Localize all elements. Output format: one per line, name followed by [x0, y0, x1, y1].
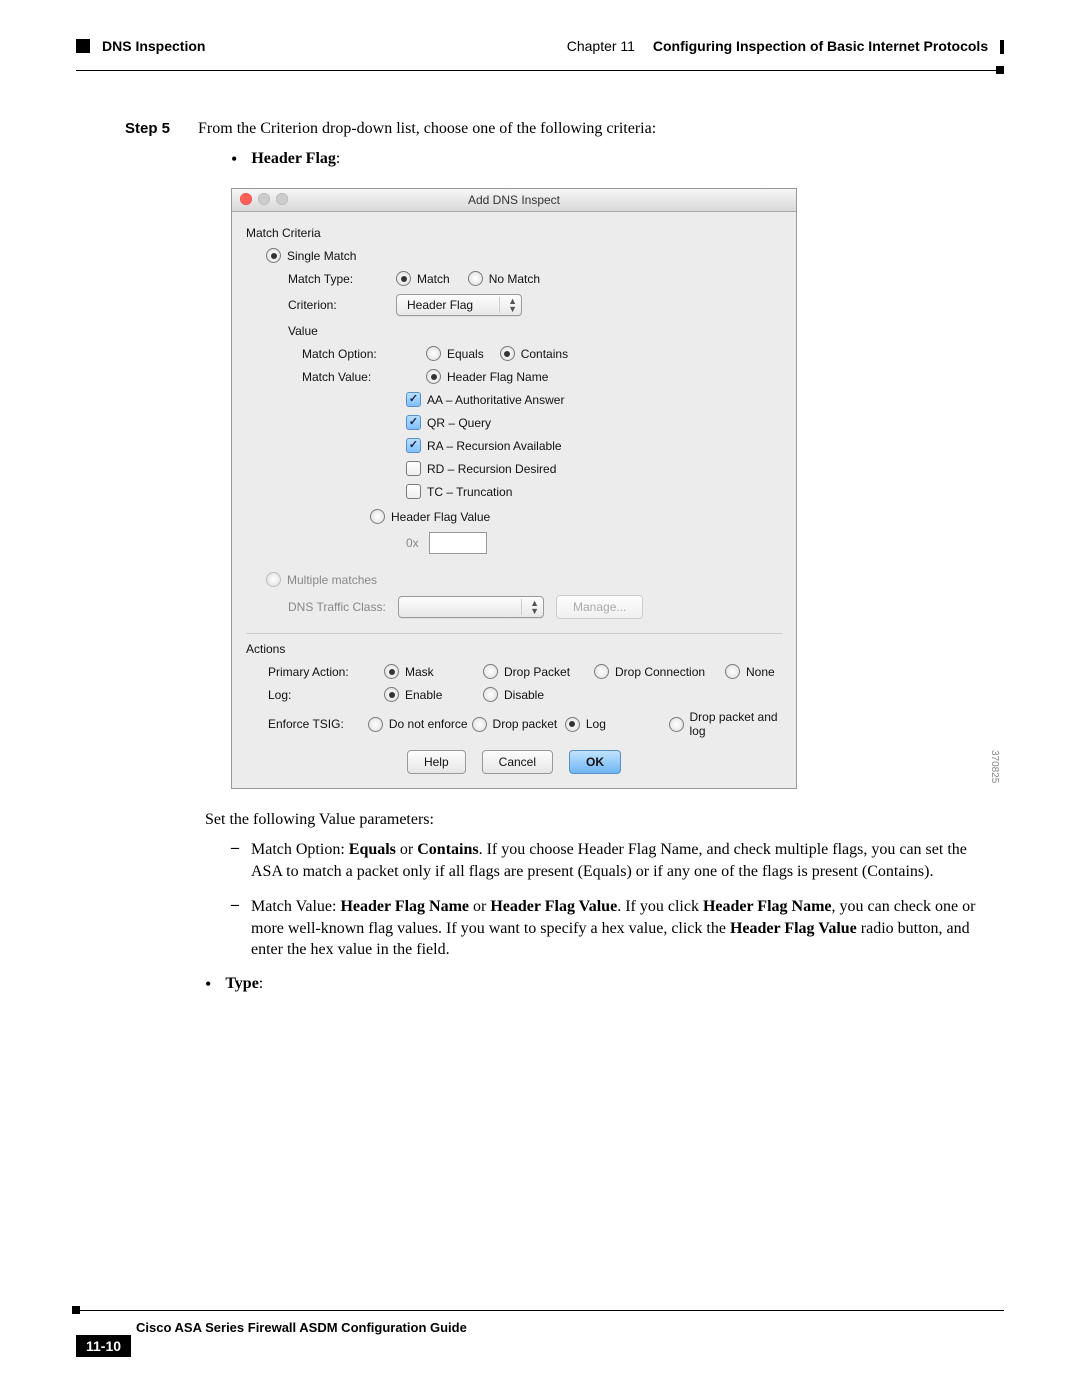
no-match-label: No Match — [489, 272, 540, 286]
step-label: Step 5 — [125, 120, 170, 137]
chevron-updown-icon: ▲▼ — [499, 297, 517, 313]
enable-label: Enable — [405, 688, 483, 702]
image-id: 370825 — [989, 750, 1000, 783]
mask-label: Mask — [405, 665, 483, 679]
drop-packet-radio[interactable] — [483, 664, 498, 679]
criterion-value: Header Flag — [407, 298, 473, 312]
match-value-label: Match Value: — [246, 370, 426, 384]
bullet-header-flag: Header Flag — [251, 150, 336, 167]
flag-ra-check[interactable] — [406, 438, 421, 453]
log-label: Log: — [246, 688, 384, 702]
minimize-icon[interactable] — [258, 193, 270, 205]
dash: – — [231, 839, 239, 882]
contains-radio[interactable] — [500, 346, 515, 361]
add-dns-inspect-dialog: Add DNS Inspect Match Criteria Single Ma… — [231, 188, 797, 789]
flag-aa-label: AA – Authoritative Answer — [427, 393, 564, 407]
flag-tc-check[interactable] — [406, 484, 421, 499]
flag-aa-check[interactable] — [406, 392, 421, 407]
flag-tc-label: TC – Truncation — [427, 485, 512, 499]
tsig-drop-packet-radio[interactable] — [472, 717, 487, 732]
header-section: DNS Inspection — [102, 38, 205, 54]
step-text: From the Criterion drop-down list, choos… — [198, 120, 656, 138]
match-criteria-label: Match Criteria — [246, 226, 782, 240]
enforce-tsig-label: Enforce TSIG: — [246, 717, 368, 731]
flag-qr-label: QR – Query — [427, 416, 491, 430]
flag-qr-check[interactable] — [406, 415, 421, 430]
bullet-colon: : — [336, 150, 340, 167]
match-radio[interactable] — [396, 271, 411, 286]
equals-label: Equals — [447, 347, 484, 361]
equals-radio[interactable] — [426, 346, 441, 361]
page-number: 11-10 — [76, 1335, 131, 1357]
bullet-colon: : — [259, 975, 263, 992]
primary-action-label: Primary Action: — [246, 665, 384, 679]
ok-button[interactable]: OK — [569, 750, 621, 774]
header-flag-value-label: Header Flag Value — [391, 510, 490, 524]
header-flag-value-radio[interactable] — [370, 509, 385, 524]
single-match-label: Single Match — [287, 249, 356, 263]
bullet-type: Type — [225, 975, 258, 992]
enable-radio[interactable] — [384, 687, 399, 702]
tsig-log-label: Log — [586, 717, 669, 731]
criterion-label: Criterion: — [246, 298, 396, 312]
drop-connection-label: Drop Connection — [615, 665, 725, 679]
match-label: Match — [417, 272, 450, 286]
drop-connection-radio[interactable] — [594, 664, 609, 679]
header-end-marker — [1000, 40, 1004, 54]
dash-item-2: Match Value: Header Flag Name or Header … — [251, 896, 980, 961]
dialog-title: Add DNS Inspect — [468, 193, 560, 207]
none-radio[interactable] — [725, 664, 740, 679]
dns-traffic-class-select[interactable]: ▲▼ — [398, 596, 544, 618]
help-button[interactable]: Help — [407, 750, 466, 774]
flag-rd-label: RD – Recursion Desired — [427, 462, 556, 476]
mask-radio[interactable] — [384, 664, 399, 679]
value-section-label: Value — [246, 324, 396, 338]
no-match-radio[interactable] — [468, 271, 483, 286]
bullet-dot: • — [231, 150, 237, 168]
tsig-drop-packet-label: Drop packet — [493, 717, 565, 731]
multiple-matches-radio[interactable] — [266, 572, 281, 587]
tsig-drop-and-log-label: Drop packet and log — [690, 710, 782, 738]
dash-item-1: Match Option: Equals or Contains. If you… — [251, 839, 980, 882]
close-icon[interactable] — [240, 193, 252, 205]
footer-rule — [76, 1310, 1004, 1311]
tsig-drop-and-log-radio[interactable] — [669, 717, 684, 732]
multiple-matches-label: Multiple matches — [287, 573, 377, 587]
contains-label: Contains — [521, 347, 568, 361]
header-rule — [76, 70, 1000, 71]
flag-ra-label: RA – Recursion Available — [427, 439, 562, 453]
disable-radio[interactable] — [483, 687, 498, 702]
cancel-button[interactable]: Cancel — [482, 750, 553, 774]
none-label: None — [746, 665, 775, 679]
dash: – — [231, 896, 239, 961]
footer-book: Cisco ASA Series Firewall ASDM Configura… — [136, 1320, 467, 1335]
do-not-enforce-radio[interactable] — [368, 717, 383, 732]
drop-packet-label: Drop Packet — [504, 665, 594, 679]
do-not-enforce-label: Do not enforce — [389, 717, 472, 731]
disable-label: Disable — [504, 688, 544, 702]
manage-button[interactable]: Manage... — [556, 595, 643, 619]
criterion-select[interactable]: Header Flag ▲▼ — [396, 294, 522, 316]
hex-value-input[interactable] — [429, 532, 487, 554]
match-option-label: Match Option: — [246, 347, 426, 361]
dns-traffic-class-label: DNS Traffic Class: — [288, 600, 398, 614]
flag-rd-check[interactable] — [406, 461, 421, 476]
zoom-icon[interactable] — [276, 193, 288, 205]
bullet-dot: • — [205, 975, 211, 993]
header-title: Configuring Inspection of Basic Internet… — [653, 38, 988, 54]
header-flag-name-radio[interactable] — [426, 369, 441, 384]
single-match-radio[interactable] — [266, 248, 281, 263]
divider — [246, 633, 782, 634]
set-value-params-text: Set the following Value parameters: — [205, 811, 980, 829]
chevron-updown-icon: ▲▼ — [521, 599, 539, 615]
tsig-log-radio[interactable] — [565, 717, 580, 732]
header-flag-name-label: Header Flag Name — [447, 370, 548, 384]
header-chapter: Chapter 11 — [567, 38, 635, 54]
match-type-label: Match Type: — [246, 272, 396, 286]
hex-prefix: 0x — [406, 536, 419, 550]
dialog-titlebar: Add DNS Inspect — [232, 189, 796, 212]
actions-label: Actions — [246, 642, 782, 656]
header-marker — [76, 39, 90, 53]
